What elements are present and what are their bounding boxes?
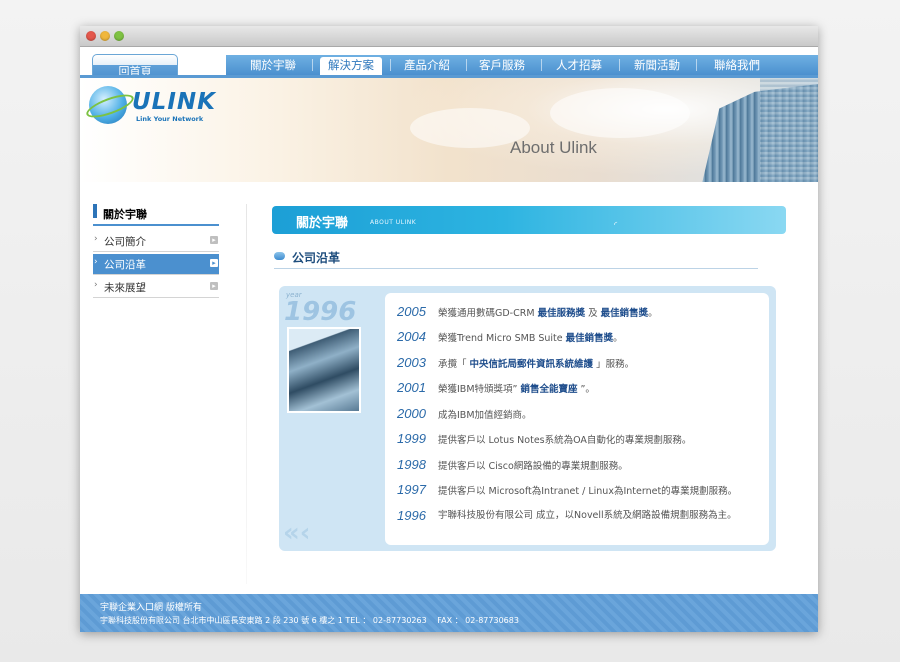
chevron-decoration-icon: «‹ [283,518,311,548]
home-tab[interactable]: 回首頁 [92,54,178,78]
entry-text-part: ”。 [577,384,595,395]
nav-divider [541,59,542,71]
content-header: 關於宇聯 ABOUT ULINK ◜ [272,206,786,234]
footer-contact: 宇聯科技股份有限公司 台北市中山區長安東路 2 段 230 號 6 樓之 1 T… [100,616,519,625]
timeline-entry: 1996 宇聯科技股份有限公司 成立，以Novell系統及網路設備規劃服務為主。 [397,509,762,525]
top-nav: 關於宇聯 解決方案 產品介紹 客戶服務 人才招募 新聞活動 聯絡我們 [226,55,818,75]
timeline-entry: 1998 提供客戶以 Cisco網路設備的專業規劃服務。 [397,458,762,474]
nav-divider [696,59,697,71]
entry-highlight: 最佳銷售獎 [600,308,649,319]
nav-about[interactable]: 關於宇聯 [242,55,304,75]
entry-text: 成為IBM加值經銷商。 [438,410,532,421]
entry-text: 榮獲IBM特頒獎項” 銷售全能寶座 ”。 [438,384,595,395]
arrow-right-icon: ▸ [210,259,218,267]
entry-highlight: 最佳服務獎 [537,308,586,319]
history-timeline: year 1996 «‹ 2005 榮獲通用數碼GD-CRM 最佳服務獎 及 最佳… [279,286,776,551]
sidebar-item-company-history[interactable]: › 公司沿革 ▸ [93,254,219,275]
entry-text-part: 承攬「 [438,359,470,370]
nav-divider [312,59,313,71]
entry-text: 提供客戶以 Lotus Notes系統為OA自動化的專業規劃服務。 [438,435,692,446]
section-title: 公司沿革 [274,248,758,269]
timeline-entry: 1997 提供客戶以 Microsoft為Intranet / Linux為Int… [397,483,762,499]
entry-year: 1999 [397,431,426,446]
timeline-entry: 2004 榮獲Trend Micro SMB Suite 最佳銷售獎。 [397,330,762,346]
chevron-right-icon: › [94,280,98,290]
browser-window: 回首頁 關於宇聯 解決方案 產品介紹 客戶服務 人才招募 新聞活動 聯絡我們 U… [80,26,818,632]
nav-divider [390,59,391,71]
entry-year: 2003 [397,355,426,370]
close-window-button[interactable] [86,31,96,41]
sidebar-item-label: 公司沿革 [104,259,146,271]
banner-title: About Ulink [510,138,597,157]
arrow-right-icon: ▸ [210,282,218,290]
nav-divider [619,59,620,71]
nav-contact[interactable]: 聯絡我們 [706,55,768,75]
entry-text-part: 及 [585,308,601,319]
maximize-window-button[interactable] [114,31,124,41]
entry-highlight: 最佳銷售獎 [565,333,614,344]
sidebar-item-future-outlook[interactable]: › 未來展望 ▸ [93,277,219,298]
entry-text: 榮獲通用數碼GD-CRM 最佳服務獎 及 最佳銷售獎。 [438,308,658,319]
entry-text-part: 」服務。 [593,359,635,370]
timeline-entry: 2001 榮獲IBM特頒獎項” 銷售全能寶座 ”。 [397,381,762,397]
timeline-entries: 2005 榮獲通用數碼GD-CRM 最佳服務獎 及 最佳銷售獎。 2004 榮獲Tr… [385,293,769,545]
entry-year: 1996 [397,508,426,523]
nav-news[interactable]: 新聞活動 [626,55,688,75]
entry-text-part: 。 [648,308,658,319]
entry-highlight: 中央信託局郵件資訊系統維護 [469,359,594,370]
entry-text: 宇聯科技股份有限公司 成立，以Novell系統及網路設備規劃服務為主。 [438,510,737,521]
entry-text: 承攬「 中央信託局郵件資訊系統維護 」服務。 [438,359,634,370]
sidebar-item-label: 未來展望 [104,282,146,294]
window-titlebar [80,26,818,47]
column-divider [246,204,247,584]
entry-text-part: 榮獲IBM特頒獎項” [438,384,521,395]
content-header-title: 關於宇聯 [296,216,349,231]
banner-skyscraper-windows [760,78,818,182]
chevron-right-icon: › [94,257,98,267]
entry-year: 1997 [397,482,426,497]
nav-careers[interactable]: 人才招募 [548,55,610,75]
chevron-right-icon: › [94,234,98,244]
nav-products[interactable]: 產品介紹 [396,55,458,75]
entry-year: 2005 [397,304,426,319]
nav-divider [466,59,467,71]
content-header-subtitle: ABOUT ULINK [370,219,417,226]
building-photo [287,327,361,413]
logo-tagline: Link Your Network [136,115,204,123]
timeline-entry: 2005 榮獲通用數碼GD-CRM 最佳服務獎 及 最佳銷售獎。 [397,305,762,321]
entry-text: 提供客戶以 Cisco網路設備的專業規劃服務。 [438,461,628,472]
timeline-entry: 1999 提供客戶以 Lotus Notes系統為OA自動化的專業規劃服務。 [397,432,762,448]
entry-year: 1998 [397,457,426,472]
sidebar-header: 關於宇聯 [93,204,219,226]
entry-year: 2000 [397,406,426,421]
swirl-icon: ◜ [614,220,618,229]
sidebar-item-label: 公司簡介 [104,236,146,248]
entry-text: 榮獲Trend Micro SMB Suite 最佳銷售獎。 [438,333,623,344]
section-title-label: 公司沿革 [292,251,341,265]
page-footer: 宇聯企業入口網 版權所有 宇聯科技股份有限公司 台北市中山區長安東路 2 段 2… [80,594,818,632]
arrow-right-icon: ▸ [210,236,218,244]
entry-year: 2004 [397,329,426,344]
nav-customer-service[interactable]: 客戶服務 [471,55,533,75]
timeline-entry: 2000 成為IBM加值經銷商。 [397,407,762,423]
entry-text-part: 。 [613,333,623,344]
entry-text: 提供客戶以 Microsoft為Intranet / Linux為Interne… [438,486,738,497]
section-bullet-icon [274,252,285,260]
header-banner: ULINK Link Your Network About Ulink [80,78,818,182]
nav-solutions[interactable]: 解決方案 [320,57,382,75]
minimize-window-button[interactable] [100,31,110,41]
sidebar-item-company-intro[interactable]: › 公司簡介 ▸ [93,231,219,252]
timeline-entry: 2003 承攬「 中央信託局郵件資訊系統維護 」服務。 [397,356,762,372]
entry-year: 2001 [397,380,426,395]
sidebar-header-label: 關於宇聯 [103,208,147,221]
banner-cloud [550,88,690,138]
founding-year: 1996 [284,297,357,327]
entry-highlight: 銷售全能寶座 [520,384,578,395]
logo-wordmark: ULINK [132,89,216,115]
entry-text-part: 榮獲Trend Micro SMB Suite [438,333,566,344]
entry-text-part: 榮獲通用數碼GD-CRM [438,308,538,319]
footer-copyright: 宇聯企業入口網 版權所有 [100,603,202,613]
sidebar-header-bar [93,204,97,218]
